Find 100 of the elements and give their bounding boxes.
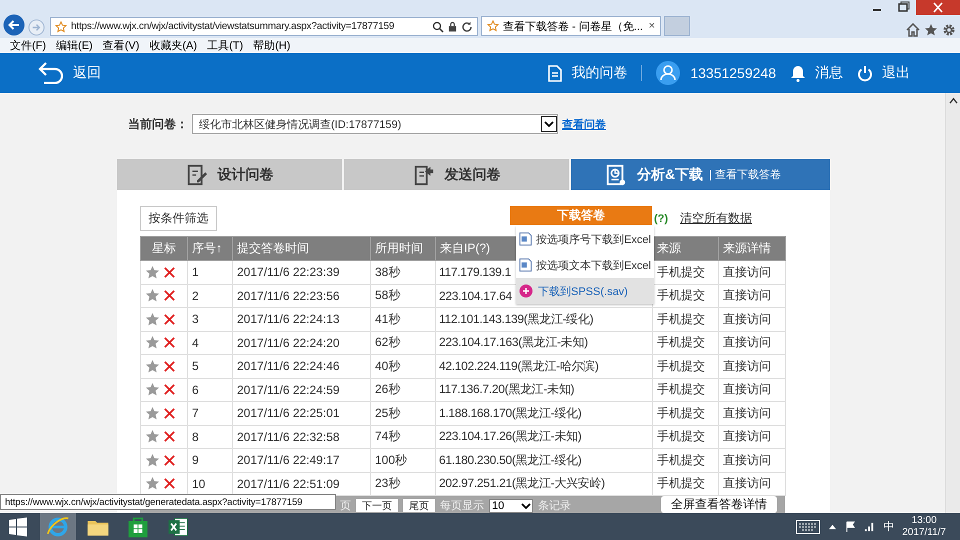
column-header[interactable]: 提交答卷时间: [232, 236, 370, 260]
menu-item[interactable]: 下载到SPSS(.sav): [516, 278, 654, 304]
table-cell: 41秒: [370, 308, 436, 331]
refresh-icon[interactable]: [461, 20, 473, 32]
table-cell: 2017/11/6 22:24:20: [232, 331, 370, 354]
menu-item[interactable]: 工具(T): [207, 38, 244, 53]
delete-icon[interactable]: [163, 477, 176, 490]
survey-select[interactable]: 绥化市北林区健身情况调查(ID:17877159): [192, 114, 558, 134]
column-header[interactable]: 星标: [140, 236, 188, 260]
spreadsheet-icon: [519, 231, 532, 247]
table-cell: 2: [188, 284, 232, 308]
column-header[interactable]: 所用时间: [370, 236, 436, 260]
table-cell: 直接访问: [718, 308, 786, 331]
table-cell: 手机提交: [652, 378, 718, 402]
table-cell: 58秒: [370, 284, 436, 308]
nav-tab[interactable]: 发送问卷: [344, 159, 569, 190]
table-cell: 74秒: [370, 425, 436, 448]
table-cell: 100秒: [370, 448, 436, 472]
view-answers-link[interactable]: | 查看下载答卷: [709, 167, 782, 182]
table-cell: 直接访问: [718, 402, 786, 425]
table-cell: 38秒: [370, 260, 436, 284]
favicon-icon: [55, 20, 67, 32]
send-document-icon: [412, 164, 434, 186]
start-button[interactable]: [8, 516, 28, 536]
table-cell: 112.101.143.139(黑龙江-绥化): [436, 308, 652, 331]
tab-close-button[interactable]: ×: [648, 20, 655, 32]
settings-icon[interactable]: [942, 23, 956, 37]
back-button[interactable]: [3, 14, 25, 36]
star-icon[interactable]: [924, 23, 938, 37]
records-label: 条记录: [538, 499, 571, 513]
url-text: https://www.wjx.cn/wjx/activitystat/viewstatsummary.aspx?activity=17877159: [71, 21, 394, 32]
store-icon: [126, 514, 150, 538]
browser-icon: [46, 514, 70, 538]
nav-tab[interactable]: 设计问卷: [117, 159, 342, 190]
flag-icon[interactable]: [845, 521, 856, 532]
delete-icon[interactable]: [163, 360, 176, 373]
table-cell: 手机提交: [652, 354, 718, 378]
search-icon[interactable]: [432, 20, 444, 32]
star-icon[interactable]: [145, 429, 160, 444]
delete-icon[interactable]: [163, 406, 176, 420]
star-icon[interactable]: [145, 335, 160, 350]
bell-icon: [790, 64, 806, 82]
document-icon: [548, 64, 562, 82]
table-cell: 2017/11/6 22:24:13: [232, 308, 370, 331]
column-header[interactable]: 序号↑: [188, 236, 232, 260]
star-icon[interactable]: [145, 264, 160, 280]
next-page-button[interactable]: 下一页: [356, 499, 398, 512]
star-icon[interactable]: [145, 312, 160, 327]
star-icon[interactable]: [145, 382, 160, 398]
table-cell: 直接访问: [718, 260, 786, 284]
last-page-button[interactable]: 尾页: [403, 499, 435, 512]
star-icon[interactable]: [145, 476, 160, 492]
table-cell: 2017/11/6 22:49:17: [232, 448, 370, 472]
delete-icon[interactable]: [163, 430, 176, 444]
messages-link[interactable]: 消息: [790, 64, 843, 82]
signal-icon[interactable]: [864, 521, 876, 532]
address-field[interactable]: https://www.wjx.cn/wjx/activitystat/viewstatsummary.aspx?activity=17877159: [50, 17, 478, 36]
delete-icon[interactable]: [163, 383, 176, 396]
ime-indicator[interactable]: 中: [883, 519, 894, 534]
menu-item[interactable]: 收藏夹(A): [149, 38, 198, 53]
menu-item[interactable]: 编辑(E): [56, 38, 93, 53]
star-icon[interactable]: [145, 406, 160, 421]
report-icon: [605, 164, 627, 186]
delete-icon[interactable]: [163, 454, 176, 467]
column-header[interactable]: 来源详情: [718, 236, 786, 260]
table-cell: 40秒: [370, 354, 436, 378]
per-page-select[interactable]: 10: [489, 498, 533, 512]
my-surveys-link[interactable]: 我的问卷: [548, 64, 628, 82]
tray-expand-icon[interactable]: [828, 523, 838, 530]
column-header[interactable]: 来源: [652, 236, 718, 260]
back-link[interactable]: 返回: [38, 62, 101, 84]
delete-icon[interactable]: [163, 312, 176, 326]
fullscreen-button[interactable]: 全屏查看答卷详情: [661, 496, 777, 513]
menu-item[interactable]: 帮助(H): [253, 38, 290, 53]
survey-label: 当前问卷：: [128, 116, 188, 132]
menu-item[interactable]: 按选项序号下载到Excel: [516, 226, 654, 252]
menu-item[interactable]: 查看(V): [102, 38, 140, 53]
keyboard-icon[interactable]: [796, 520, 820, 534]
scrollbar[interactable]: [945, 93, 960, 513]
clock[interactable]: 13:00 2017/11/7: [902, 514, 946, 538]
home-icon[interactable]: [906, 23, 920, 37]
logout-link[interactable]: 退出: [857, 64, 910, 82]
table-cell: 117.136.7.20(黑龙江-未知): [436, 378, 652, 402]
clear-data-link[interactable]: 清空所有数据: [680, 210, 752, 227]
star-icon[interactable]: [145, 452, 160, 468]
close-button[interactable]: [916, 0, 960, 15]
table-cell: 手机提交: [652, 308, 718, 331]
star-icon[interactable]: [145, 288, 160, 304]
table-cell: 直接访问: [718, 354, 786, 378]
delete-icon[interactable]: [163, 289, 176, 302]
menu-item[interactable]: 文件(F): [10, 38, 46, 53]
view-survey-link[interactable]: 查看问卷: [562, 116, 606, 132]
delete-icon[interactable]: [163, 336, 176, 350]
help-link[interactable]: (?): [654, 212, 668, 224]
star-icon[interactable]: [145, 358, 160, 374]
table-cell: 1: [188, 260, 232, 284]
table-cell: 手机提交: [652, 402, 718, 425]
filter-button[interactable]: 按条件筛选: [140, 206, 217, 231]
browser-tab[interactable]: 查看下载答卷 - 问卷星（免... ×: [481, 16, 661, 36]
delete-icon[interactable]: [163, 266, 176, 279]
